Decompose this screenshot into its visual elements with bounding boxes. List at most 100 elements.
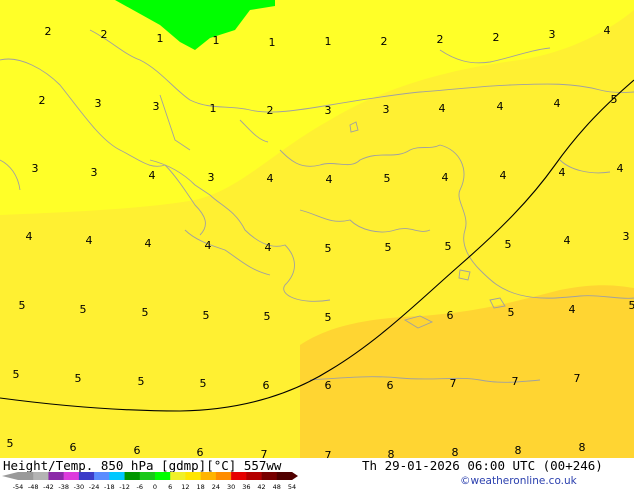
temperature-label: 5: [264, 310, 271, 323]
temperature-label: 5: [325, 242, 332, 255]
legend-swatch: [18, 472, 34, 480]
temperature-label: 4: [149, 169, 156, 182]
temperature-label: 7: [574, 372, 581, 385]
legend-tick-label: 42: [257, 483, 265, 490]
credit-link[interactable]: ©weatheronline.co.uk: [460, 475, 577, 487]
temperature-label: 6: [197, 446, 204, 458]
temperature-label: 5: [611, 93, 618, 106]
temperature-label: 5: [203, 309, 210, 322]
legend-swatch: [261, 472, 278, 480]
legend-tick-label: 30: [227, 483, 235, 490]
temperature-label: 4: [86, 234, 93, 247]
legend-tick-label: 0: [153, 483, 157, 490]
temperature-label: 5: [629, 299, 634, 312]
temperature-label: 5: [13, 368, 20, 381]
temperature-label: 2: [267, 104, 274, 117]
map-timestamp: Th 29-01-2026 06:00 UTC (00+246): [362, 458, 603, 473]
legend-tick-label: -48: [28, 483, 39, 490]
temperature-label: 4: [559, 166, 566, 179]
legend-swatch: [109, 472, 125, 480]
legend-tick-label: 36: [242, 483, 250, 490]
legend-swatch: [139, 472, 156, 480]
temperature-label: 6: [325, 379, 332, 392]
legend-tick-label: 24: [212, 483, 220, 490]
legend-tick-label: -42: [43, 483, 54, 490]
legend-swatch: [94, 472, 110, 480]
temperature-label: 2: [437, 33, 444, 46]
temperature-label: 5: [7, 437, 14, 450]
temperature-label: 2: [45, 25, 52, 38]
temperature-label: 5: [19, 299, 26, 312]
temperature-label: 4: [205, 239, 212, 252]
temperature-label: 5: [200, 377, 207, 390]
temperature-label: 4: [439, 102, 446, 115]
temperature-label: 4: [26, 230, 33, 243]
temperature-label: 7: [261, 448, 268, 458]
temperature-label: 6: [134, 444, 141, 457]
temperature-label: 8: [452, 446, 459, 458]
temperature-label: 3: [325, 104, 332, 117]
temperature-label: 4: [442, 171, 449, 184]
legend-swatch: [124, 472, 141, 480]
temperature-label: 8: [388, 448, 395, 458]
legend-swatch: [215, 472, 232, 480]
temperature-label: 8: [515, 444, 522, 457]
temperature-label: 2: [39, 94, 46, 107]
temperature-label: 4: [267, 172, 274, 185]
temperature-label: 4: [326, 173, 333, 186]
legend-swatch: [185, 472, 201, 480]
legend-tick-label: -12: [119, 483, 130, 490]
legend-swatch: [231, 472, 247, 480]
temperature-label: 5: [75, 372, 82, 385]
temperature-label: 6: [70, 441, 77, 454]
temperature-label: 8: [579, 441, 586, 454]
legend-swatch: [246, 472, 262, 480]
temperature-label: 4: [265, 241, 272, 254]
temperature-label: 5: [508, 306, 515, 319]
legend-swatch: [33, 472, 49, 480]
temperature-label: 3: [383, 103, 390, 116]
temperature-label: 5: [325, 311, 332, 324]
temperature-label: 1: [157, 32, 164, 45]
temperature-label: 3: [208, 171, 215, 184]
legend-tick-label: 48: [273, 483, 281, 490]
legend-arrow-right: [292, 472, 298, 480]
temperature-label: 5: [445, 240, 452, 253]
temperature-label: 7: [325, 449, 332, 458]
temperature-label: 4: [564, 234, 571, 247]
temperature-label: 3: [32, 162, 39, 175]
color-legend: -54 -48 -42 -38 -30 -24 -18 -12 -6 0 6 12 18 24 30 36 42…: [2, 472, 298, 490]
legend-tick-label: 12: [181, 483, 189, 490]
temperature-label: 3: [549, 28, 556, 41]
temperature-label: 1: [325, 35, 332, 48]
legend-tick-label: 54: [288, 483, 296, 490]
temperature-label: 4: [554, 97, 561, 110]
map-footer: Height/Temp. 850 hPa [gdmp][°C] 557ww Th…: [0, 458, 634, 490]
temperature-label: 7: [512, 375, 519, 388]
map-title: Height/Temp. 850 hPa [gdmp][°C] 557ww: [3, 458, 282, 473]
temperature-label: 5: [505, 238, 512, 251]
legend-swatch: [48, 472, 64, 480]
temperature-label: 5: [385, 241, 392, 254]
legend-swatch: [276, 472, 293, 480]
legend-tick-label: -18: [104, 483, 115, 490]
temperature-label: 1: [213, 34, 220, 47]
legend-tick-label: 6: [168, 483, 172, 490]
temperature-label: 5: [384, 172, 391, 185]
temperature-label: 6: [263, 379, 270, 392]
legend-swatch: [63, 472, 80, 480]
temperature-label: 6: [447, 309, 454, 322]
legend-swatch: [78, 472, 95, 480]
legend-arrow-left: [2, 472, 18, 480]
temperature-label: 5: [80, 303, 87, 316]
legend-tick-label: -24: [89, 483, 100, 490]
legend-tick-label: 18: [197, 483, 205, 490]
temperature-label: 4: [500, 169, 507, 182]
legend-tick-label: -6: [137, 483, 143, 490]
temperature-label: 7: [450, 377, 457, 390]
temperature-label: 6: [387, 379, 394, 392]
temperature-label: 3: [91, 166, 98, 179]
weather-map-view: 2211112223423312334445334344544444444455…: [0, 0, 634, 490]
temperature-label: 3: [95, 97, 102, 110]
temperature-label: 4: [617, 162, 624, 175]
